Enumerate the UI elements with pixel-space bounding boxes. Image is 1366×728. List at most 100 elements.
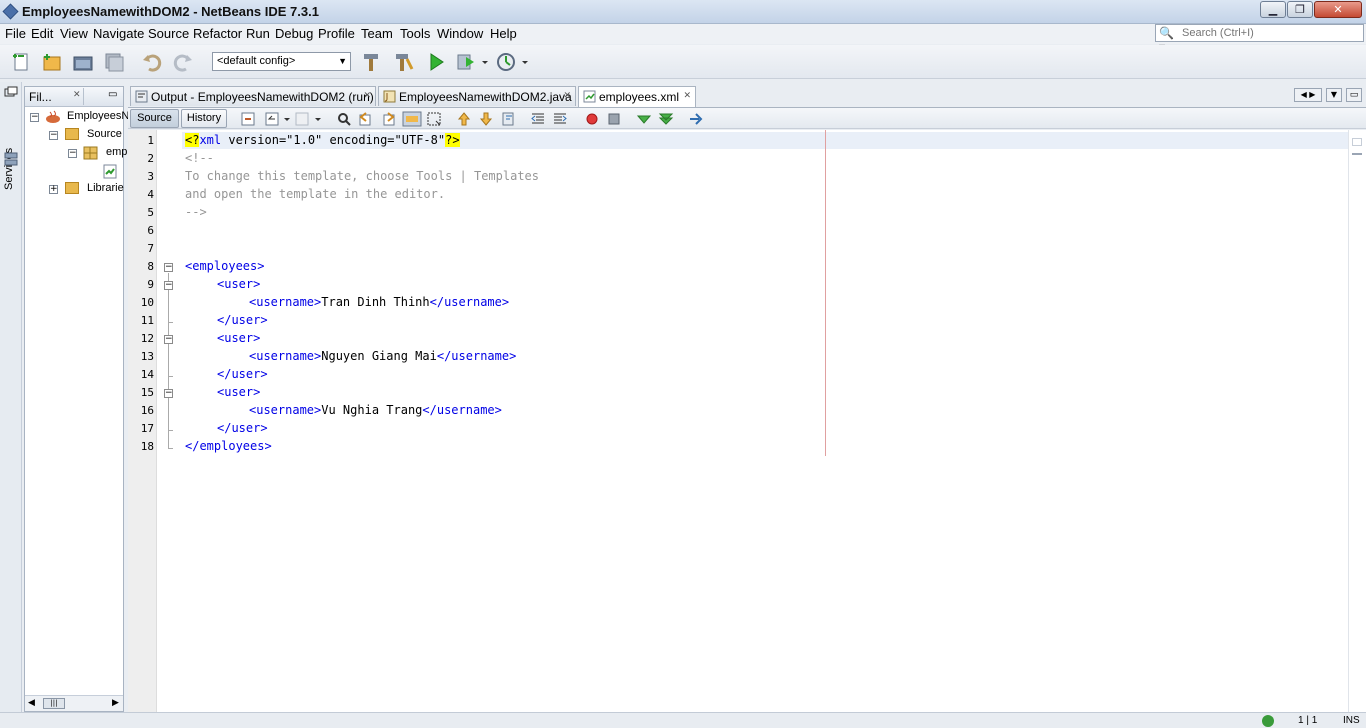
menu-file[interactable]: File xyxy=(5,26,26,41)
menu-debug[interactable]: Debug xyxy=(275,26,313,41)
toggle-bookmark-icon[interactable] xyxy=(500,111,516,127)
username-open-tag: <username> xyxy=(249,403,322,417)
save-all-icon[interactable] xyxy=(103,51,125,73)
maximize-button[interactable]: ❐ xyxy=(1287,1,1313,18)
next-bookmark-icon[interactable] xyxy=(478,111,494,127)
minimize-panel-icon[interactable]: ▭ xyxy=(108,89,117,100)
back-icon[interactable] xyxy=(264,111,280,127)
fold-toggle[interactable]: − xyxy=(164,389,173,398)
clean-build-icon[interactable] xyxy=(392,51,414,73)
tree-item-project[interactable]: EmployeesN xyxy=(67,110,129,122)
status-indicator-icon[interactable] xyxy=(1262,715,1274,727)
menu-edit[interactable]: Edit xyxy=(31,26,53,41)
close-icon[interactable]: ✕ xyxy=(683,90,691,101)
debug-dropdown-icon[interactable] xyxy=(480,51,490,73)
line-number: 14 xyxy=(140,368,154,381)
tree-item-package[interactable]: emp xyxy=(106,146,127,158)
menu-refactor[interactable]: Refactor xyxy=(193,26,242,41)
tree-toggle-project[interactable]: − xyxy=(30,113,39,122)
scroll-left-icon[interactable]: ◀ xyxy=(28,698,35,708)
uncomment-icon[interactable] xyxy=(658,111,674,127)
comment-icon[interactable] xyxy=(636,111,652,127)
back-dropdown-icon[interactable] xyxy=(283,111,291,127)
source-view-button[interactable]: Source xyxy=(130,109,179,128)
toggle-highlight-icon[interactable] xyxy=(402,111,422,127)
fold-toggle[interactable]: − xyxy=(164,281,173,290)
tree-item-source[interactable]: Source xyxy=(87,128,122,140)
stop-macro-icon[interactable] xyxy=(606,111,622,127)
previous-bookmark-icon[interactable] xyxy=(456,111,472,127)
shift-left-icon[interactable] xyxy=(530,111,546,127)
tree-toggle-source[interactable]: − xyxy=(49,131,58,140)
fold-guide xyxy=(168,273,169,449)
tab-employees-xml[interactable]: employees.xml ✕ xyxy=(578,86,696,107)
menu-window[interactable]: Window xyxy=(437,26,483,41)
menu-view[interactable]: View xyxy=(60,26,88,41)
find-next-icon[interactable] xyxy=(380,111,396,127)
services-icon[interactable] xyxy=(4,152,18,166)
tree-toggle-libraries[interactable]: + xyxy=(49,185,58,194)
code-line-14: </user> xyxy=(217,367,268,381)
scroll-thumb[interactable]: ||| xyxy=(43,698,65,709)
fold-toggle[interactable]: − xyxy=(164,263,173,272)
xml-decl-name: xml xyxy=(199,133,222,147)
new-project-icon[interactable] xyxy=(41,51,63,73)
new-file-icon[interactable] xyxy=(10,51,32,73)
close-button[interactable]: ✕ xyxy=(1314,1,1362,18)
undo-icon[interactable] xyxy=(141,51,163,73)
build-hammer-icon[interactable] xyxy=(360,51,382,73)
debug-icon[interactable] xyxy=(455,51,477,73)
restore-window-icon[interactable] xyxy=(4,86,18,98)
horizontal-scrollbar[interactable]: ◀ ||| ▶ xyxy=(25,695,123,711)
search-input[interactable] xyxy=(1182,26,1360,40)
tree-item-libraries[interactable]: Librarie xyxy=(87,182,124,194)
error-stripe[interactable] xyxy=(1348,130,1366,712)
scroll-right-icon[interactable]: ▶ xyxy=(112,698,119,708)
profile-icon[interactable] xyxy=(495,51,517,73)
run-icon[interactable] xyxy=(425,51,447,73)
menu-help[interactable]: Help xyxy=(490,26,517,41)
diff-navigate-icon[interactable] xyxy=(688,111,704,127)
insert-mode: INS xyxy=(1343,715,1360,726)
config-select[interactable]: <default config> ▼ xyxy=(212,52,351,71)
menu-source[interactable]: Source xyxy=(148,26,189,41)
project-icon xyxy=(46,110,60,123)
menu-navigate[interactable]: Navigate xyxy=(93,26,144,41)
last-edit-icon[interactable] xyxy=(240,111,256,127)
code-line-4: and open the template in the editor. xyxy=(185,187,446,201)
code-editor[interactable] xyxy=(182,130,1348,712)
fold-end xyxy=(168,448,173,449)
maximize-editor-icon[interactable]: ▭ xyxy=(1346,88,1362,102)
history-view-button[interactable]: History xyxy=(181,109,227,128)
find-previous-icon[interactable] xyxy=(358,111,374,127)
redo-icon[interactable] xyxy=(172,51,194,73)
close-icon[interactable]: ✕ xyxy=(73,90,81,100)
shift-right-icon[interactable] xyxy=(552,111,568,127)
username-value: Nguyen Giang Mai xyxy=(321,349,437,363)
minimize-button[interactable]: ▁ xyxy=(1260,1,1286,18)
menu-tools[interactable]: Tools xyxy=(400,26,430,41)
menu-team[interactable]: Team xyxy=(361,26,393,41)
tree-toggle-package[interactable]: − xyxy=(68,149,77,158)
xml-file-icon[interactable] xyxy=(103,164,118,179)
xml-decl-close: ?> xyxy=(445,133,460,147)
fold-toggle[interactable]: − xyxy=(164,335,173,344)
open-project-icon[interactable] xyxy=(72,51,94,73)
menu-profile[interactable]: Profile xyxy=(318,26,355,41)
files-panel-title[interactable]: Fil... xyxy=(29,90,52,104)
search-box[interactable]: 🔍▾ xyxy=(1155,24,1364,54)
menu-run[interactable]: Run xyxy=(246,26,270,41)
tab-java-file[interactable]: EmployeesNamewithDOM2.java ✕ xyxy=(378,86,576,106)
profile-dropdown-icon[interactable] xyxy=(520,51,530,73)
close-icon[interactable]: ✕ xyxy=(563,90,571,101)
close-icon[interactable]: ✕ xyxy=(363,90,371,101)
start-macro-icon[interactable] xyxy=(584,111,600,127)
tab-output[interactable]: Output - EmployeesNamewithDOM2 (run) ✕ xyxy=(130,86,376,106)
tab-list-icon[interactable]: ▼ xyxy=(1326,88,1342,102)
tab-scroll-icon[interactable]: ◀ ▶ xyxy=(1294,88,1322,102)
find-icon[interactable] xyxy=(336,111,352,127)
rectangular-select-icon[interactable] xyxy=(426,111,442,127)
fold-column xyxy=(157,130,182,712)
forward-dropdown-icon[interactable] xyxy=(314,111,322,127)
forward-icon[interactable] xyxy=(294,111,310,127)
